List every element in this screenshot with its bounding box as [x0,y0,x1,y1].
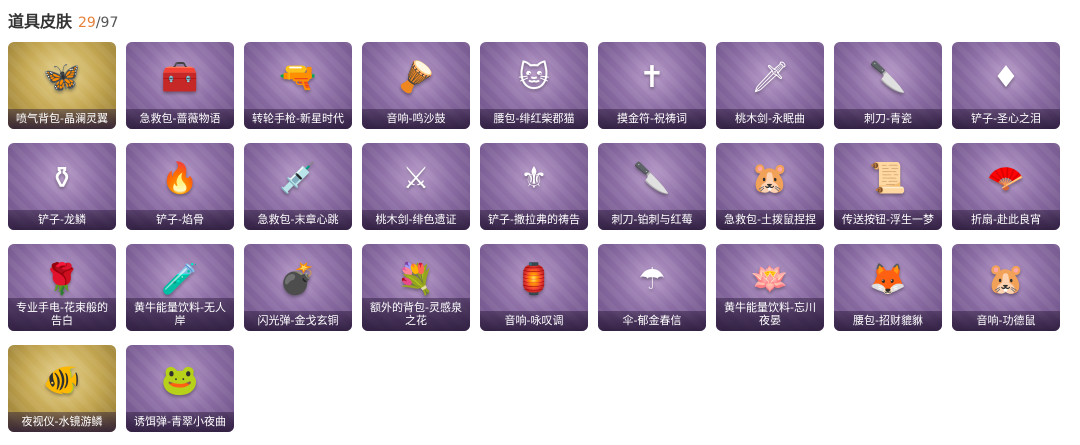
skin-card[interactable]: 🪘 音响-鸣沙鼓 [362,42,470,129]
cat-bag-icon: 🐱 [518,60,550,95]
skin-card[interactable]: ⚱ 铲子-龙鳞 [8,143,116,230]
shovel-icon: 🔥 [161,161,199,196]
blade-icon: 🔪 [633,161,671,196]
skin-card-label: 折扇-赴此良宵 [952,210,1060,230]
skin-card-label: 音响-咏叹调 [480,311,588,331]
medkit-icon: 🧰 [161,60,199,95]
sword-icon: ⚔ [402,161,430,196]
skin-card-label: 铲子-龙鳞 [8,210,116,230]
skin-card[interactable]: ⚔ 桃木剑-绯色遗证 [362,143,470,230]
fan-icon: 🪭 [987,161,1025,196]
skin-card-label: 喷气背包-晶澜灵翼 [8,109,116,129]
section-title: 道具皮肤 [8,12,73,31]
skin-card-label: 铲子-撒拉弗的祷告 [480,210,588,230]
skin-card[interactable]: 🪷 黄牛能量饮料-忘川夜晏 [716,244,824,331]
skin-card[interactable]: 🐱 腰包-绯红柴郡猫 [480,42,588,129]
skin-card[interactable]: 🪭 折扇-赴此良宵 [952,143,1060,230]
skin-card[interactable]: 💣 闪光弹-金戈玄铜 [244,244,352,331]
section-header: 道具皮肤 29/97 [8,8,118,31]
skin-card[interactable]: 🐠 夜视仪-水镜游鳞 [8,345,116,432]
shovel-icon: ⚱ [49,161,75,196]
skin-card-label: 腰包-招财貔貅 [834,311,942,331]
skin-card[interactable]: 🌹 专业手电-花束般的告白 [8,244,116,331]
skin-card-label: 桃木剑-绯色遗证 [362,210,470,230]
skin-card-label: 急救包-土拨鼠捏捏 [716,210,824,230]
skin-card-label: 黄牛能量饮料-忘川夜晏 [716,298,824,331]
skin-card-label: 铲子-圣心之泪 [952,109,1060,129]
shovel-icon: ⚜ [520,161,548,196]
fishbowl-icon: 🐠 [43,363,81,398]
syringe-icon: 💉 [279,161,317,196]
skin-card[interactable]: 🔥 铲子-焰骨 [126,143,234,230]
skin-card-label: 音响-鸣沙鼓 [362,109,470,129]
skin-card-label: 腰包-绯红柴郡猫 [480,109,588,129]
skin-card-label: 刺刀-青瓷 [834,109,942,129]
skin-card[interactable]: ⚜ 铲子-撒拉弗的祷告 [480,143,588,230]
skin-card-label: 夜视仪-水镜游鳞 [8,412,116,432]
scroll-icon: 📜 [869,161,907,196]
skin-card-label: 伞-郁金春信 [598,311,706,331]
skin-card[interactable]: 💐 额外的背包-灵感泉之花 [362,244,470,331]
skin-card[interactable]: ♦ 铲子-圣心之泪 [952,42,1060,129]
lantern-icon: 🏮 [515,262,553,297]
blade-icon: 🔪 [869,60,907,95]
owned-count: 29 [78,15,96,31]
wings-icon: 🦋 [43,60,81,95]
skin-card[interactable]: 🏮 音响-咏叹调 [480,244,588,331]
skin-card-label: 专业手电-花束般的告白 [8,298,116,331]
skin-card-label: 刺刀-铂刺与红莓 [598,210,706,230]
skin-card-label: 转轮手枪-新星时代 [244,109,352,129]
skin-card-label: 闪光弹-金戈玄铜 [244,311,352,331]
marmot-icon: 🐹 [751,161,789,196]
skin-card-label: 桃木剑-永眠曲 [716,109,824,129]
skin-card[interactable]: 🦋 喷气背包-晶澜灵翼 [8,42,116,129]
mouse-icon: 🐹 [987,262,1025,297]
skin-card-label: 传送按钮-浮生一梦 [834,210,942,230]
sword-icon: 🗡 [750,60,790,95]
skin-card[interactable]: 🔫 转轮手枪-新星时代 [244,42,352,129]
skin-card-label: 铲子-焰骨 [126,210,234,230]
skin-card[interactable]: 🐹 急救包-土拨鼠捏捏 [716,143,824,230]
skin-card-label: 黄牛能量饮料-无人岸 [126,298,234,331]
skin-card[interactable]: 🦊 腰包-招财貔貅 [834,244,942,331]
skin-card[interactable]: 🧪 黄牛能量饮料-无人岸 [126,244,234,331]
pixiu-icon: 🦊 [869,262,907,297]
frog-icon: 🐸 [161,363,199,398]
skin-card-label: 诱饵弹-青翠小夜曲 [126,412,234,432]
skin-card[interactable]: ☂ 伞-郁金春信 [598,244,706,331]
skin-card[interactable]: 💉 急救包-末章心跳 [244,143,352,230]
total-count: /97 [95,15,119,31]
drum-icon: 🪘 [397,60,435,95]
skin-grid: 🦋 喷气背包-晶澜灵翼 🧰 急救包-蔷薇物语 🔫 转轮手枪-新星时代 🪘 音响-鸣沙鼓 🐱 腰包-… [8,42,1060,432]
skin-card[interactable]: 🔪 刺刀-铂刺与红莓 [598,143,706,230]
collection-count: 29/97 [78,15,118,31]
revolver-icon: 🔫 [279,60,317,95]
skin-card[interactable]: 📜 传送按钮-浮生一梦 [834,143,942,230]
skin-card[interactable]: 🐸 诱饵弹-青翠小夜曲 [126,345,234,432]
skin-card[interactable]: 🐹 音响-功德鼠 [952,244,1060,331]
skin-card-label: 摸金符-祝祷词 [598,109,706,129]
charm-icon: ✝ [639,60,665,95]
skin-card-label: 额外的背包-灵感泉之花 [362,298,470,331]
umbrella-icon: ☂ [638,262,666,297]
skin-card[interactable]: 🧰 急救包-蔷薇物语 [126,42,234,129]
skin-card[interactable]: 🗡 桃木剑-永眠曲 [716,42,824,129]
skin-card-label: 急救包-蔷薇物语 [126,109,234,129]
skin-card-label: 音响-功德鼠 [952,311,1060,331]
skin-card-label: 急救包-末章心跳 [244,210,352,230]
skin-card[interactable]: 🔪 刺刀-青瓷 [834,42,942,129]
grenade-icon: 💣 [279,262,317,297]
shovel-icon: ♦ [992,60,1020,95]
skin-card[interactable]: ✝ 摸金符-祝祷词 [598,42,706,129]
